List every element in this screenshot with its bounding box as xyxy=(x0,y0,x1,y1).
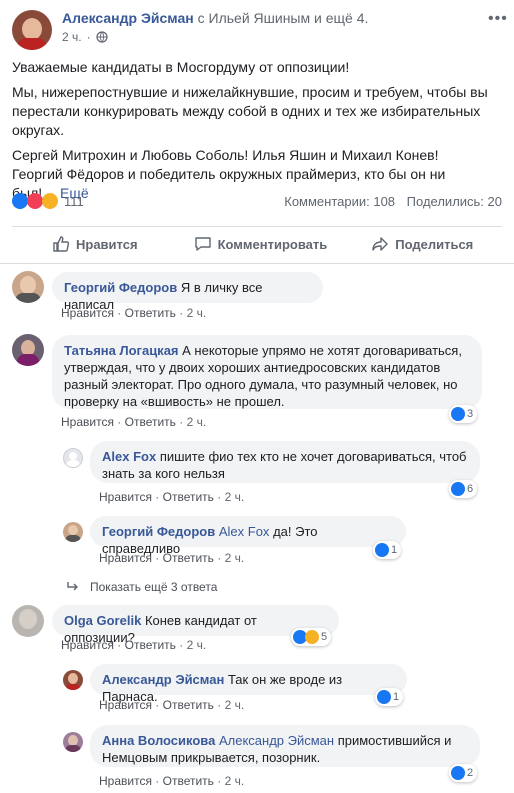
comment-like-link[interactable]: Нравится xyxy=(61,306,114,320)
like-reaction-icon xyxy=(375,543,389,557)
reply-reply-link[interactable]: Ответить xyxy=(163,551,214,565)
shares-count[interactable]: Поделились: 20 xyxy=(407,194,502,209)
reaction-count: 6 xyxy=(467,483,474,495)
reply-reactions[interactable]: 1 xyxy=(375,688,404,706)
comment-reply-link[interactable]: Ответить xyxy=(125,306,176,320)
reaction-count: 1 xyxy=(391,544,398,556)
reply-time[interactable]: 2 ч. xyxy=(225,698,245,712)
haha-reaction-icon xyxy=(42,193,58,209)
comment-bubble: Татьяна Логацкая А некоторые упрямо не х… xyxy=(52,335,482,409)
reply-like-link[interactable]: Нравится xyxy=(99,774,152,788)
reply-text: пишите фио тех кто не хочет договаривать… xyxy=(102,449,467,481)
comments-count[interactable]: Комментарии: 108 xyxy=(284,194,395,209)
reply-reactions[interactable]: 1 xyxy=(373,541,402,559)
comment-avatar[interactable] xyxy=(12,605,44,637)
share-button-label: Поделиться xyxy=(395,236,474,252)
love-reaction-icon xyxy=(27,193,43,209)
reply-reply-link[interactable]: Ответить xyxy=(163,490,214,504)
reactions-count: 111 xyxy=(64,193,84,209)
post-tagged-text[interactable]: с Ильей Яшиным и ещё 4. xyxy=(198,10,369,26)
reply-bubble: Анна Волосикова Александр Эйсман примост… xyxy=(90,725,480,767)
reaction-count: 5 xyxy=(321,631,328,643)
comment-reactions[interactable]: 5 xyxy=(291,628,332,646)
reply-time[interactable]: 2 ч. xyxy=(225,551,245,565)
reply-author[interactable]: Alex Fox xyxy=(102,449,156,464)
post-time[interactable]: 2 ч. xyxy=(62,30,82,44)
reply-avatar[interactable] xyxy=(63,522,83,542)
reply-like-link[interactable]: Нравится xyxy=(99,698,152,712)
comment-button-label: Комментировать xyxy=(217,236,328,252)
reaction-count: 1 xyxy=(393,691,400,703)
reply-bubble: Александр Эйсман Так он же вроде из Парн… xyxy=(90,664,407,704)
like-reaction-icon xyxy=(12,193,28,209)
reaction-count: 3 xyxy=(467,408,474,420)
reply-arrow-icon xyxy=(67,582,78,591)
post-paragraph-1: Уважаемые кандидаты в Мосгордуму от оппо… xyxy=(12,59,350,75)
post-author-avatar[interactable] xyxy=(12,10,52,50)
reaction-count: 2 xyxy=(467,767,474,779)
reply-bubble: Георгий Федоров Alex Fox да! Это справед… xyxy=(90,516,406,556)
reply-time[interactable]: 2 ч. xyxy=(225,774,245,788)
comment-reply-link[interactable]: Ответить xyxy=(125,638,176,652)
like-reaction-icon xyxy=(451,482,465,496)
reply-author[interactable]: Александр Эйсман xyxy=(102,672,224,687)
comment-author[interactable]: Татьяна Логацкая xyxy=(64,343,179,358)
reply-avatar[interactable] xyxy=(63,732,83,752)
reply-like-link[interactable]: Нравится xyxy=(99,490,152,504)
reply-author[interactable]: Георгий Федоров xyxy=(102,524,215,539)
reply-reactions[interactable]: 2 xyxy=(449,764,478,782)
comment-like-link[interactable]: Нравится xyxy=(61,638,114,652)
like-button-label: Нравится xyxy=(76,236,138,252)
comment-time[interactable]: 2 ч. xyxy=(187,415,207,429)
reply-bubble: Alex Fox пишите фио тех кто не хочет дог… xyxy=(90,441,480,483)
haha-reaction-icon xyxy=(305,630,319,644)
comment-reply-link[interactable]: Ответить xyxy=(125,415,176,429)
reply-mention[interactable]: Alex Fox xyxy=(219,524,270,539)
comment-avatar[interactable] xyxy=(12,271,44,303)
show-more-replies[interactable]: Показать ещё 3 ответа xyxy=(66,580,217,594)
reply-avatar[interactable] xyxy=(63,670,83,690)
comment-bubble: Георгий Федоров Я в личку все написал xyxy=(52,272,323,312)
reply-avatar[interactable] xyxy=(63,448,83,468)
like-reaction-icon xyxy=(451,407,465,421)
reply-reply-link[interactable]: Ответить xyxy=(163,774,214,788)
reply-mention[interactable]: Александр Эйсман xyxy=(219,733,334,748)
show-more-replies-label: Показать ещё 3 ответа xyxy=(90,580,218,594)
post-action-bar: Нравится Комментировать Поделиться xyxy=(12,226,502,261)
comment-avatar[interactable] xyxy=(12,334,44,366)
comment-like-link[interactable]: Нравится xyxy=(61,415,114,429)
globe-icon xyxy=(95,31,108,43)
comment-author[interactable]: Георгий Федоров xyxy=(64,280,177,295)
comment-time[interactable]: 2 ч. xyxy=(187,306,207,320)
reply-reactions[interactable]: 6 xyxy=(449,480,478,498)
like-reaction-icon xyxy=(377,690,391,704)
comment-button[interactable]: Комментировать xyxy=(194,235,328,253)
like-reaction-icon xyxy=(451,766,465,780)
share-icon xyxy=(372,237,388,251)
comment-time[interactable]: 2 ч. xyxy=(187,638,207,652)
reactions-summary[interactable]: 111 xyxy=(12,193,84,209)
like-button[interactable]: Нравится xyxy=(52,235,138,253)
post-options-icon[interactable]: ••• xyxy=(488,10,508,28)
comment-icon xyxy=(194,237,211,251)
thumbs-up-icon xyxy=(53,236,70,252)
comment-author[interactable]: Olga Gorelik xyxy=(64,613,141,628)
reply-author[interactable]: Анна Волосикова xyxy=(102,733,215,748)
post-author-name[interactable]: Александр Эйсман xyxy=(62,10,194,26)
comment-reactions[interactable]: 3 xyxy=(449,405,478,423)
reply-like-link[interactable]: Нравится xyxy=(99,551,152,565)
reply-reply-link[interactable]: Ответить xyxy=(163,698,214,712)
reply-time[interactable]: 2 ч. xyxy=(225,490,245,504)
share-button[interactable]: Поделиться xyxy=(371,235,473,253)
post-paragraph-2: Мы, нижерепостнувшие и нижелайкнувшие, п… xyxy=(12,84,488,138)
